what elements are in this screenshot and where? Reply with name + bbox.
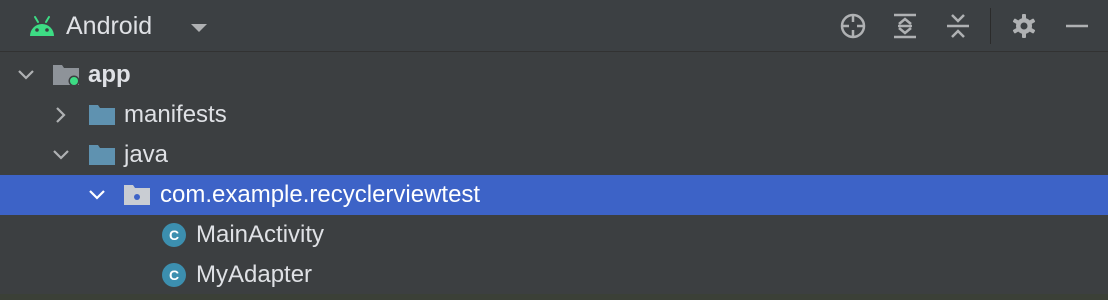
chevron-down-icon[interactable] [87,185,107,205]
tree-node-label: com.example.recyclerviewtest [160,181,481,208]
chevron-down-icon[interactable] [188,16,210,38]
project-tool-window: Android app manifests java com.example.r… [0,0,1108,300]
svg-text:C: C [169,267,179,283]
minimize-icon[interactable] [1062,11,1092,41]
gear-icon[interactable] [1009,11,1039,41]
collapse-all-icon[interactable] [943,11,973,41]
project-view-selector[interactable]: Android [66,12,152,40]
package-icon [124,185,150,205]
expand-all-icon[interactable] [890,11,920,41]
tree-node-label: manifests [124,101,227,128]
tree-node-myadapter[interactable]: C MyAdapter [0,255,1108,295]
class-icon: C [162,263,186,287]
folder-icon [89,145,115,165]
tree-node-java[interactable]: java [0,135,1108,175]
chevron-right-icon[interactable] [51,105,71,125]
module-folder-icon [53,65,80,87]
tree-node-app[interactable]: app [0,55,1108,95]
folder-icon [89,105,115,125]
tree-node-label: MyAdapter [196,261,313,288]
project-tree: app manifests java com.example.recyclerv… [0,53,1108,296]
tree-node-label: MainActivity [196,221,325,248]
tree-node-label: java [124,141,169,168]
locate-icon[interactable] [838,11,868,41]
tree-node-package[interactable]: com.example.recyclerviewtest [0,175,1108,215]
tree-node-manifests[interactable]: manifests [0,95,1108,135]
toolbar-separator [990,8,991,44]
class-icon: C [162,223,186,247]
chevron-down-icon[interactable] [51,145,71,165]
bottom-divider [0,294,1108,300]
android-icon [30,16,54,36]
tree-node-mainactivity[interactable]: C MainActivity [0,215,1108,255]
svg-text:C: C [169,227,179,243]
tree-node-label: app [88,61,131,88]
chevron-down-icon[interactable] [16,65,36,85]
project-toolbar: Android [0,0,1108,52]
